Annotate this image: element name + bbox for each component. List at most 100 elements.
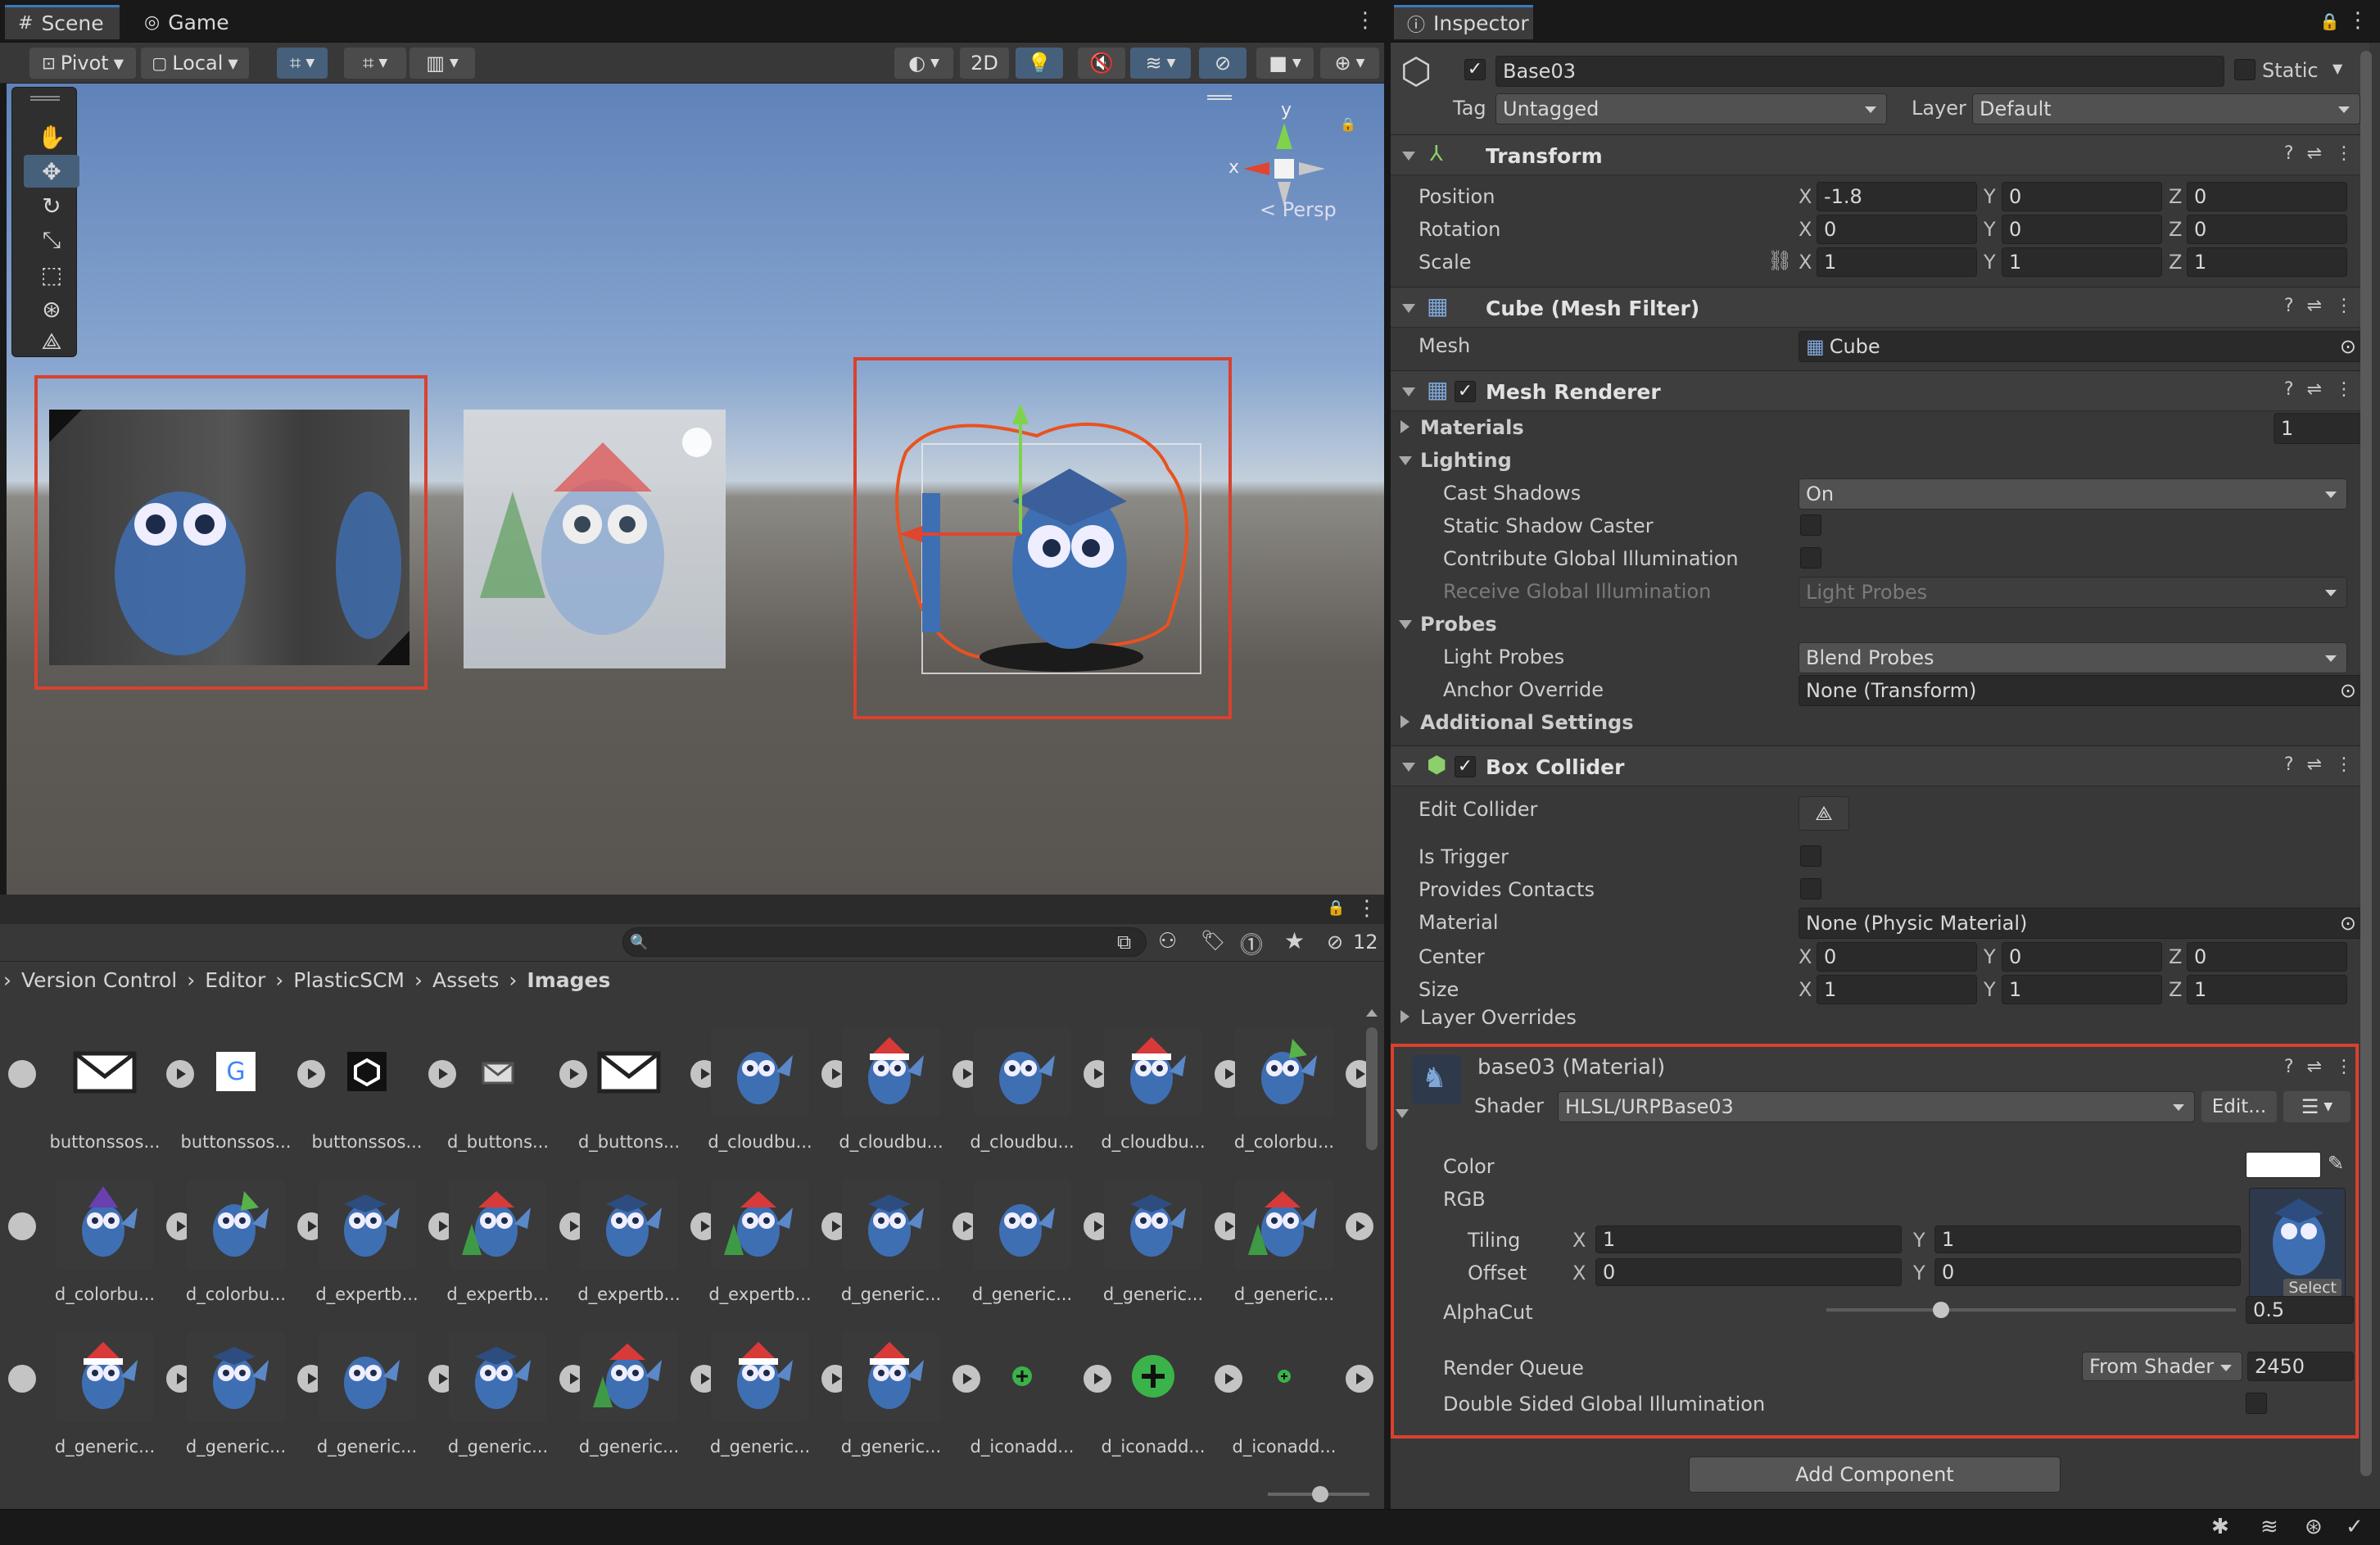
warning-filter-icon[interactable]: ⓵: [1240, 927, 1263, 960]
project-search-input[interactable]: 🔍: [622, 927, 1147, 957]
object-picker-icon[interactable]: ⊙: [2340, 912, 2356, 935]
gizmo-menu-icon[interactable]: [1207, 95, 1232, 100]
tab-game[interactable]: ◎ Game: [131, 5, 254, 39]
collab-icon[interactable]: ⊛: [2305, 1515, 2323, 1539]
layer-overrides-label[interactable]: Layer Overrides: [1420, 1006, 1577, 1029]
asset-item[interactable]: d_buttons...: [547, 1009, 718, 1165]
probes-label[interactable]: Probes: [1420, 613, 1497, 636]
asset-item[interactable]: d_colorbu...: [1202, 1009, 1373, 1165]
filter-label-icon[interactable]: 🏷: [1201, 929, 1225, 952]
debug-bug-icon[interactable]: ✱: [2211, 1515, 2229, 1539]
tab-scene[interactable]: # Scene: [5, 5, 120, 39]
physic-material-field[interactable]: None (Physic Material) ⊙: [1799, 908, 2364, 939]
foldout-arrow-icon[interactable]: [1402, 152, 1415, 161]
asset-item[interactable]: d_expertb...: [416, 1162, 587, 1317]
help-icon[interactable]: ?: [2284, 143, 2294, 164]
asset-item[interactable]: d_expertb...: [678, 1162, 849, 1317]
ruler-button[interactable]: ▥ ▼: [409, 48, 475, 79]
is-trigger-checkbox[interactable]: [1800, 845, 1821, 867]
center-x-input[interactable]: 0: [1817, 942, 1977, 972]
layer-overrides-foldout-icon[interactable]: [1400, 1010, 1409, 1023]
asset-item[interactable]: d_iconadd...: [1071, 1314, 1242, 1470]
hidden-count-icon[interactable]: ⊘: [1327, 931, 1343, 954]
scale-tool[interactable]: ⤡: [24, 224, 79, 256]
lighting-foldout-icon[interactable]: [1399, 456, 1412, 465]
asset-item[interactable]: d_generic...: [809, 1314, 980, 1470]
asset-item[interactable]: d_generic...: [940, 1162, 1111, 1317]
asset-item[interactable]: d_expertb...: [547, 1162, 718, 1317]
inspector-scrollbar[interactable]: [2360, 43, 2372, 1509]
scale-z-input[interactable]: 1: [2187, 247, 2347, 277]
additional-settings-foldout-icon[interactable]: [1400, 715, 1409, 728]
foldout-arrow-icon[interactable]: [1402, 763, 1415, 772]
asset-item[interactable]: d_cloudbu...: [678, 1009, 849, 1165]
gameobject-name-input[interactable]: Base03: [1495, 56, 2224, 87]
rect-tool[interactable]: ⬚: [24, 258, 79, 291]
preset-icon[interactable]: ⇌: [2307, 143, 2322, 164]
camera-button[interactable]: ■ ▼: [1256, 48, 1314, 79]
search-by-type-icon[interactable]: ⧉: [1117, 931, 1131, 954]
size-x-input[interactable]: 1: [1817, 975, 1977, 1004]
materials-count-input[interactable]: 1: [2274, 413, 2362, 444]
inspector-menu-icon[interactable]: ⋮: [2347, 8, 2369, 33]
thumbnail-size-slider[interactable]: [1268, 1484, 1369, 1504]
asset-item[interactable]: d_buttons...: [416, 1009, 587, 1165]
foldout-arrow-icon[interactable]: [1402, 387, 1415, 396]
scene-viewport[interactable]: ✋ ✥ ↻ ⤡ ⬚ ⊛ ⟁ y x < Persp 🔒: [7, 84, 1384, 895]
cache-server-icon[interactable]: ≋: [2260, 1515, 2278, 1539]
chevron-down-icon[interactable]: ▼: [2332, 61, 2342, 76]
asset-item[interactable]: buttonssos...: [285, 1009, 456, 1165]
preset-icon[interactable]: ⇌: [2307, 296, 2322, 316]
rotation-y-input[interactable]: 0: [2002, 215, 2162, 244]
foldout-arrow-icon[interactable]: [1402, 304, 1415, 313]
asset-item[interactable]: d_generic...: [416, 1314, 587, 1470]
asset-item[interactable]: d_cloudbu...: [940, 1009, 1111, 1165]
materials-label[interactable]: Materials: [1420, 416, 1524, 439]
cube-object-middle[interactable]: [464, 410, 726, 668]
component-menu-icon[interactable]: ⋮: [2335, 379, 2353, 400]
position-x-input[interactable]: -1.8: [1817, 182, 1977, 211]
move-tool[interactable]: ✥: [24, 155, 79, 188]
object-picker-icon[interactable]: ⊙: [2340, 679, 2356, 702]
breadcrumb-item[interactable]: Editor: [205, 968, 265, 992]
preset-icon[interactable]: ⇌: [2307, 379, 2322, 400]
anchor-override-field[interactable]: None (Transform) ⊙: [1799, 675, 2364, 706]
asset-item[interactable]: d_generic...: [1071, 1162, 1242, 1317]
layer-dropdown[interactable]: Default: [1972, 93, 2360, 125]
asset-item[interactable]: buttonssos...: [23, 1009, 194, 1165]
panel-divider[interactable]: [1384, 0, 1391, 1545]
toggle-2d-button[interactable]: 2D: [960, 48, 1009, 79]
help-icon[interactable]: ?: [2284, 296, 2294, 316]
tab-inspector[interactable]: ⓘ Inspector: [1394, 5, 1533, 39]
box-collider-enabled-checkbox[interactable]: ✓: [1455, 756, 1476, 777]
rotate-tool[interactable]: ↻: [24, 189, 79, 222]
effects-toggle[interactable]: ≋ ▼: [1130, 48, 1191, 79]
mesh-renderer-enabled-checkbox[interactable]: ✓: [1455, 381, 1476, 402]
edit-collider-button[interactable]: ⟁: [1799, 796, 1849, 831]
asset-item[interactable]: d_colorbu...: [154, 1162, 325, 1317]
mesh-filter-header[interactable]: ▦ Cube (Mesh Filter) ? ⇌ ⋮: [1391, 287, 2369, 328]
visibility-toggle[interactable]: ⊘: [1199, 48, 1247, 79]
project-scrollbar[interactable]: [1366, 1009, 1378, 1542]
asset-item[interactable]: d_generic...: [809, 1162, 980, 1317]
lock-icon[interactable]: 🔒: [1340, 116, 1356, 132]
materials-foldout-icon[interactable]: [1400, 420, 1409, 433]
asset-item[interactable]: d_generic...: [285, 1314, 456, 1470]
scene-menu-icon[interactable]: ⋮: [1355, 8, 1376, 33]
help-icon[interactable]: ?: [2284, 754, 2294, 775]
breadcrumb-item[interactable]: Assets: [432, 968, 499, 992]
asset-item[interactable]: d_expertb...: [285, 1162, 456, 1317]
mesh-object-field[interactable]: ▦ Cube ⊙: [1799, 331, 2364, 362]
audio-toggle[interactable]: 🔇: [1078, 48, 1125, 79]
size-z-input[interactable]: 1: [2187, 975, 2347, 1004]
lighting-label[interactable]: Lighting: [1420, 449, 1512, 472]
asset-item[interactable]: d_generic...: [154, 1314, 325, 1470]
scale-x-input[interactable]: 1: [1817, 247, 1977, 277]
static-checkbox[interactable]: [2234, 59, 2256, 80]
help-icon[interactable]: ?: [2284, 379, 2294, 400]
rotation-x-input[interactable]: 0: [1817, 215, 1977, 244]
shading-mode-button[interactable]: ◐ ▼: [894, 48, 953, 79]
filter-type-icon[interactable]: ⚇: [1158, 929, 1177, 954]
asset-item[interactable]: d_colorbu...: [23, 1162, 194, 1317]
breadcrumb-item[interactable]: PlasticSCM: [293, 968, 405, 992]
